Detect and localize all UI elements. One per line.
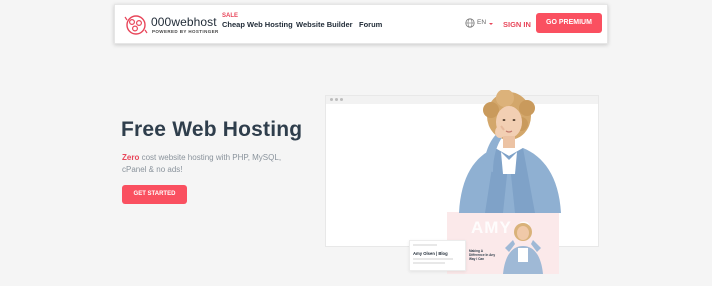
language-selector[interactable]: EN [465, 18, 495, 30]
hero-subtitle: Zero cost website hosting with PHP, MySQ… [122, 152, 282, 175]
window-dot-icon [330, 98, 333, 101]
chevron-down-icon [489, 23, 493, 25]
logo-icon [124, 15, 148, 35]
hero-person-image [459, 90, 561, 213]
preview-person-image [503, 223, 543, 274]
nav-website-builder[interactable]: Website Builder [296, 20, 353, 29]
get-started-button[interactable]: GET STARTED [122, 185, 187, 204]
nav-forum[interactable]: Forum [359, 20, 382, 29]
hero-subtitle-highlight: Zero [122, 153, 140, 162]
preview-card-title: Amy Olsen | Blog [413, 251, 448, 256]
preview-blurb: Making A Difference In Any Way I Can [469, 249, 496, 261]
brand-logo[interactable]: 000webhost POWERED BY HOSTINGER [124, 13, 224, 37]
hero-subtitle-text: cost website hosting with PHP, MySQL, cP… [122, 153, 282, 174]
go-premium-button[interactable]: GO PREMIUM [536, 13, 602, 33]
language-code: EN [477, 19, 487, 26]
globe-icon [465, 18, 475, 28]
window-dot-icon [340, 98, 343, 101]
preview-blog-card: Amy Olsen | Blog [409, 240, 466, 271]
placeholder-line [413, 262, 445, 264]
window-dot-icon [335, 98, 338, 101]
nav-cheap-web-hosting[interactable]: Cheap Web Hosting [222, 20, 293, 29]
top-navbar: 000webhost POWERED BY HOSTINGER SALE Che… [114, 4, 608, 44]
placeholder-line [413, 244, 437, 246]
placeholder-line [413, 258, 453, 260]
brand-tagline: POWERED BY HOSTINGER [152, 29, 219, 34]
sale-badge: SALE [222, 13, 239, 19]
hero-title: Free Web Hosting [121, 118, 303, 141]
brand-name: 000webhost [151, 15, 217, 29]
sign-in-link[interactable]: SIGN IN [503, 20, 531, 29]
